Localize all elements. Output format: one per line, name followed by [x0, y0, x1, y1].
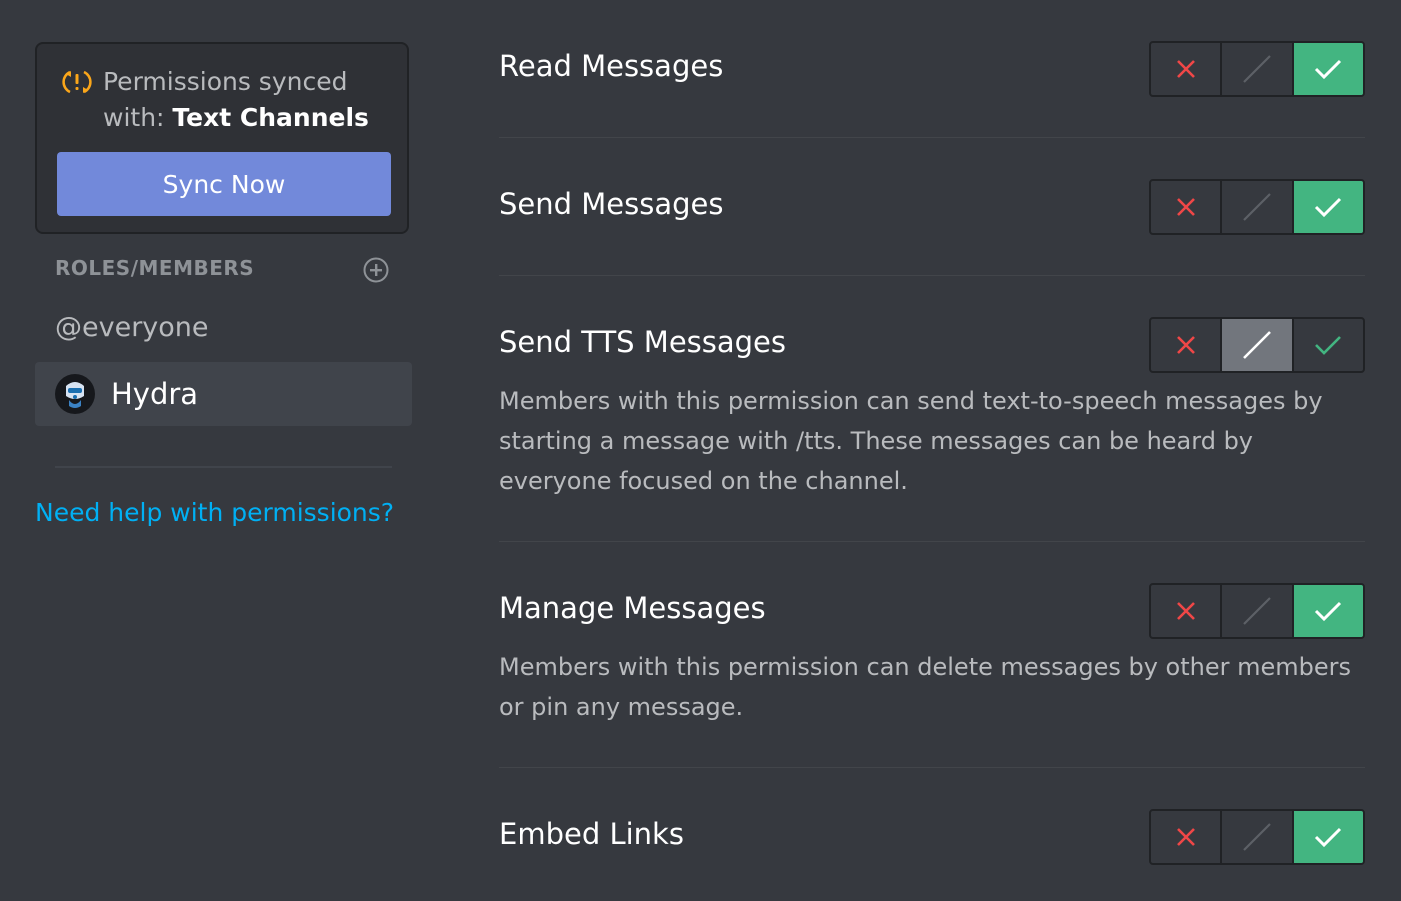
row-divider: [499, 137, 1365, 138]
neutral-toggle[interactable]: [1220, 43, 1291, 95]
add-circle-icon[interactable]: [362, 256, 390, 284]
deny-x-icon: [1176, 336, 1195, 354]
row-divider: [499, 275, 1365, 276]
neutral-slash-icon: [1243, 193, 1271, 221]
channel-permissions-page: Permissions synced with: Text Channels S…: [0, 0, 1401, 901]
neutral-slash-icon: [1243, 331, 1271, 359]
permissions-sync-card: Permissions synced with: Text Channels S…: [35, 42, 409, 234]
permission-description: Members with this permission can delete …: [499, 653, 1352, 721]
allow-check-icon: [1315, 336, 1342, 355]
permission-toggle-group: [1149, 809, 1365, 865]
row-divider: [499, 767, 1365, 768]
roles-members-header: ROLES/MEMBERS: [55, 256, 255, 280]
permission-row-manage-messages: Manage Messages Members with this permis…: [499, 583, 1365, 727]
neutral-slash-icon: [1243, 597, 1271, 625]
role-item-label: Hydra: [111, 377, 199, 411]
deny-x-icon: [1176, 602, 1195, 620]
permission-toggle-group: [1149, 317, 1365, 373]
deny-toggle[interactable]: [1151, 43, 1220, 95]
deny-toggle[interactable]: [1151, 181, 1220, 233]
deny-toggle[interactable]: [1151, 811, 1220, 863]
neutral-toggle[interactable]: [1220, 181, 1291, 233]
allow-check-icon: [1315, 601, 1342, 622]
neutral-slash-icon: [1243, 55, 1271, 83]
permission-title: Send Messages: [499, 187, 724, 221]
allow-toggle[interactable]: [1291, 585, 1363, 637]
allow-toggle[interactable]: [1291, 319, 1363, 371]
permission-row-embed-links: Embed Links: [499, 809, 1365, 865]
role-item-hydra[interactable]: Hydra: [35, 362, 412, 426]
allow-check-icon: [1315, 827, 1342, 848]
deny-x-icon: [1176, 198, 1195, 216]
permission-description: Members with this permission can send te…: [499, 387, 1323, 495]
row-divider: [499, 541, 1365, 542]
deny-toggle[interactable]: [1151, 319, 1220, 371]
allow-check-icon: [1315, 59, 1342, 80]
permission-row-send-tts-messages: Send TTS Messages Members with this perm…: [499, 317, 1365, 501]
permission-row-read-messages: Read Messages: [499, 41, 1365, 97]
permission-title: Read Messages: [499, 49, 724, 83]
permission-row-send-messages: Send Messages: [499, 179, 1365, 235]
allow-toggle[interactable]: [1291, 181, 1363, 233]
permission-title: Manage Messages: [499, 591, 766, 625]
deny-x-icon: [1176, 60, 1195, 78]
allow-toggle[interactable]: [1291, 43, 1363, 95]
neutral-toggle[interactable]: [1220, 811, 1291, 863]
neutral-toggle[interactable]: [1220, 585, 1291, 637]
permission-title: Embed Links: [499, 817, 684, 851]
allow-toggle[interactable]: [1291, 811, 1363, 863]
role-item-everyone[interactable]: @everyone: [55, 312, 209, 343]
sync-status-text: Permissions synced with: Text Channels: [103, 64, 393, 136]
sync-warning-icon: [62, 70, 92, 94]
deny-toggle[interactable]: [1151, 585, 1220, 637]
permission-title: Send TTS Messages: [499, 325, 787, 359]
hydra-avatar: [55, 374, 95, 414]
sync-now-button[interactable]: Sync Now: [57, 152, 391, 216]
synced-channel-name: Text Channels: [172, 103, 369, 132]
permission-toggle-group: [1149, 583, 1365, 639]
neutral-toggle[interactable]: [1220, 319, 1292, 371]
permissions-help-link[interactable]: Need help with permissions?: [35, 498, 394, 527]
permission-toggle-group: [1149, 179, 1365, 235]
sidebar-divider: [55, 466, 392, 468]
deny-x-icon: [1176, 828, 1195, 846]
permission-toggle-group: [1149, 41, 1365, 97]
allow-check-icon: [1315, 197, 1342, 218]
neutral-slash-icon: [1243, 823, 1271, 851]
